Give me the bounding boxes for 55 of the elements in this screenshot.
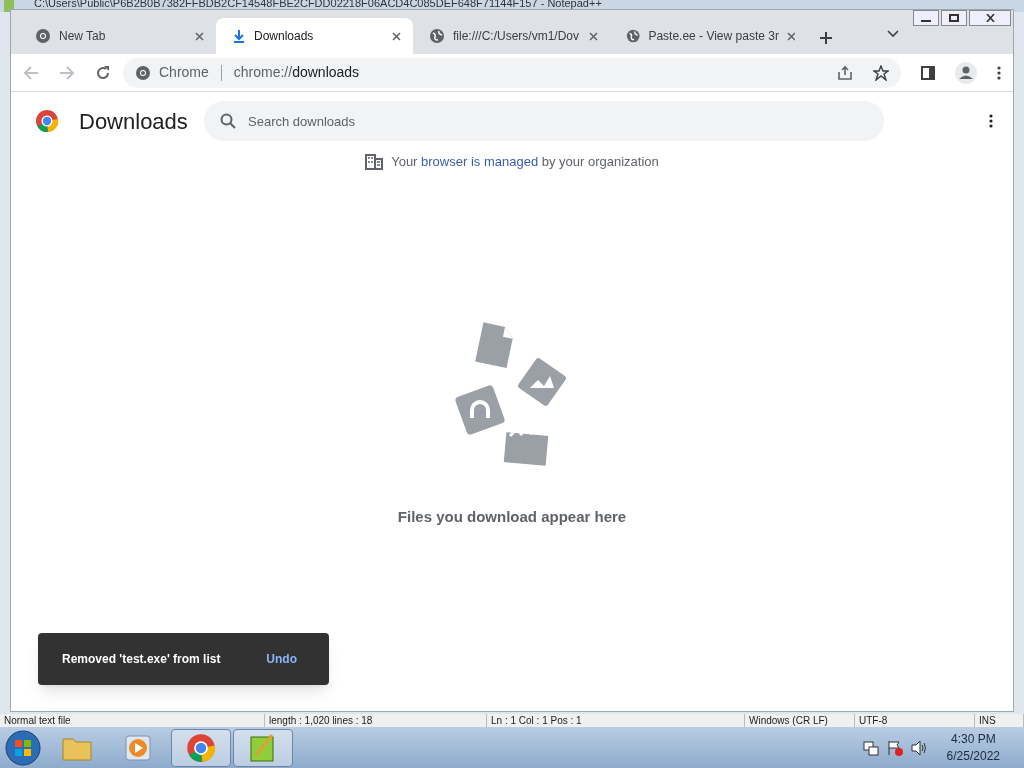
browser-tab[interactable]: Paste.ee - View paste 3r — [610, 18, 807, 54]
building-icon — [365, 153, 384, 170]
side-panel-icon[interactable] — [921, 65, 935, 80]
start-orb-icon[interactable] — [5, 729, 41, 766]
address-bar[interactable]: Chrome chrome://downloads — [123, 57, 901, 88]
browser-tab[interactable]: Downloads — [216, 18, 413, 54]
globe-icon — [429, 28, 445, 44]
close-icon[interactable] — [392, 31, 401, 41]
close-icon[interactable] — [786, 31, 795, 41]
more-icon[interactable] — [997, 65, 1001, 80]
status-text: length : 1,020 lines : 18 — [269, 715, 373, 726]
empty-message: Files you download appear here — [397, 506, 627, 527]
flag-icon[interactable] — [886, 739, 903, 756]
chrome-icon — [35, 28, 51, 44]
profile-icon[interactable] — [955, 61, 977, 84]
url-text: chrome://downloads — [233, 63, 360, 82]
toast-message: Removed 'test.exe' from list — [62, 651, 222, 668]
status-text: Ln : 1 Col : 1 Pos : 1 — [491, 715, 582, 726]
chrome-icon[interactable] — [186, 732, 216, 763]
volume-icon[interactable] — [910, 739, 927, 756]
reload-icon[interactable] — [95, 64, 111, 81]
undo-button[interactable]: Undo — [266, 650, 297, 668]
network-icon[interactable] — [862, 739, 879, 756]
page-title: Downloads — [79, 107, 189, 136]
close-icon — [985, 14, 995, 22]
clock-date[interactable]: 6/25/2022 — [946, 747, 1000, 765]
chrome-logo-icon — [35, 109, 59, 133]
search-field[interactable]: Search downloads — [204, 101, 884, 141]
minimize-icon[interactable] — [913, 10, 939, 26]
share-icon[interactable] — [837, 64, 853, 81]
clock-time[interactable]: 4:30 PM — [950, 730, 996, 748]
maximize-icon[interactable] — [941, 10, 967, 26]
status-text: INS — [979, 715, 996, 726]
close-icon[interactable] — [589, 31, 598, 41]
chrome-icon — [135, 64, 151, 81]
browser-tab[interactable]: file:///C:/Users/vm1/Dov — [413, 18, 610, 54]
status-text: Normal text file — [4, 715, 71, 726]
media-player-icon[interactable] — [125, 734, 153, 761]
download-icon — [232, 29, 246, 43]
star-icon[interactable] — [873, 64, 889, 81]
more-icon[interactable] — [989, 114, 993, 128]
new-tab-icon[interactable] — [819, 31, 833, 45]
search-icon — [220, 113, 236, 129]
site-label: Chrome — [159, 63, 209, 82]
close-icon[interactable] — [195, 31, 204, 41]
managed-link[interactable]: browser is managed — [421, 154, 539, 169]
status-text: Windows (CR LF) — [749, 715, 828, 726]
browser-tab[interactable]: New Tab — [19, 18, 216, 54]
close-button[interactable] — [969, 10, 1011, 26]
status-text: UTF-8 — [859, 715, 888, 726]
notepad-icon — [4, 0, 14, 12]
globe-icon — [626, 28, 641, 44]
chevron-down-icon[interactable] — [887, 30, 899, 38]
managed-notice: Your browser is managed by your organization — [391, 153, 659, 171]
window-title: C:\Users\Public\P6B2B0B7382FFBDB2CF14548FBE2CFDD02218F06ACD4C085DEF648F71144F157 - Notepad++ — [34, 0, 602, 9]
